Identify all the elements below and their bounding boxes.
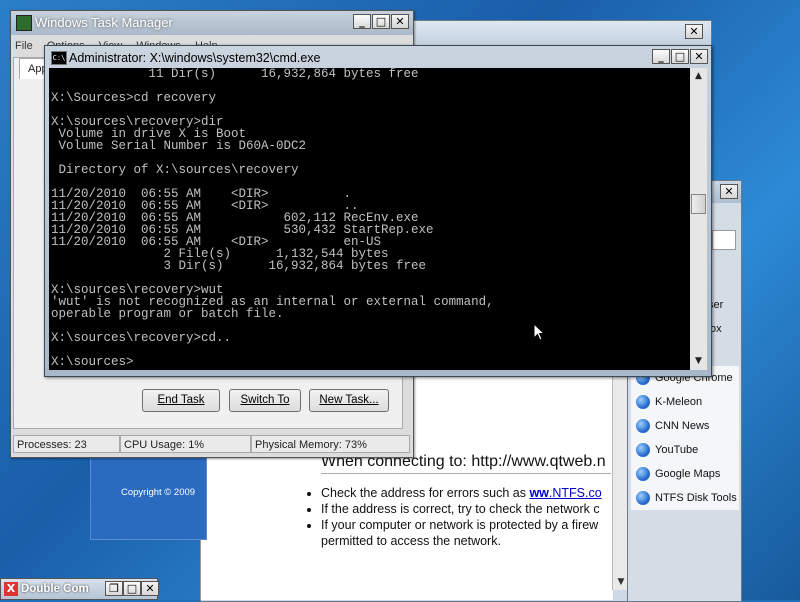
- double-commander-icon: X: [4, 582, 18, 596]
- mouse-pointer-icon: [533, 323, 545, 341]
- globe-icon: [636, 395, 650, 409]
- list-item: If the address is correct, try to check …: [321, 501, 627, 517]
- link-text: .NTFS.co: [548, 486, 602, 500]
- copyright-text: Copyright © 2009: [121, 487, 196, 498]
- bookmark-label: CNN News: [655, 420, 710, 432]
- console-text: 11 Dir(s) 16,932,864 bytes free X:\Sourc…: [51, 68, 494, 369]
- list-item: If your computer or network is protected…: [321, 517, 627, 533]
- maximize-button[interactable]: □: [123, 581, 141, 596]
- console-output[interactable]: 11 Dir(s) 16,932,864 bytes free X:\Sourc…: [49, 68, 690, 370]
- address-link[interactable]: ww.NTFS.co: [529, 486, 601, 500]
- link-bold: ww: [529, 486, 549, 500]
- minimize-button[interactable]: _: [353, 14, 371, 29]
- bookmark-k-meleon[interactable]: K-Meleon: [631, 390, 739, 414]
- bookmark-label: K-Meleon: [655, 396, 703, 408]
- status-bar: Processes: 23 CPU Usage: 1% Physical Mem…: [13, 435, 410, 453]
- divider: [321, 473, 611, 474]
- bookmark-label: Google Maps: [655, 468, 721, 480]
- address-box[interactable]: [712, 230, 736, 250]
- console-scrollbar[interactable]: ▲ ▼: [690, 68, 707, 370]
- maximize-button[interactable]: □: [372, 14, 390, 29]
- window-title[interactable]: Administrator: X:\windows\system32\cmd.e…: [69, 51, 320, 66]
- close-button[interactable]: ✕: [141, 581, 159, 596]
- bookmark-youtube[interactable]: YouTube: [631, 438, 739, 462]
- scroll-up-icon[interactable]: ▲: [690, 68, 707, 85]
- cpu-usage: CPU Usage: 1%: [120, 435, 251, 453]
- window-title: Windows Task Manager: [35, 15, 173, 30]
- end-task-label: End Task: [157, 394, 205, 406]
- bookmark-google-maps[interactable]: Google Maps: [631, 462, 739, 486]
- minimized-window-double-commander[interactable]: X Double Com ❐ □ ✕: [0, 578, 159, 600]
- scroll-thumb[interactable]: [691, 194, 706, 214]
- physical-memory: Physical Memory: 73%: [251, 435, 410, 453]
- list-item: Check the address for errors such as ww.…: [321, 485, 627, 501]
- globe-icon: [636, 467, 650, 481]
- bookmark-cnn-news[interactable]: CNN News: [631, 414, 739, 438]
- close-button[interactable]: ✕: [690, 49, 708, 64]
- browser-close-button[interactable]: ✕: [685, 24, 703, 39]
- minimize-button[interactable]: _: [652, 49, 670, 64]
- error-suggestions: Check the address for errors such as ww.…: [305, 485, 627, 549]
- cmd-window: C:\ Administrator: X:\windows\system32\c…: [44, 45, 712, 377]
- close-button[interactable]: ✕: [391, 14, 409, 29]
- switch-to-label: Switch To: [240, 394, 290, 406]
- task-item-label: Double Com: [21, 583, 89, 595]
- bookmark-ntfs-disk-tools[interactable]: NTFS Disk Tools: [631, 486, 739, 510]
- bullet-text: Check the address for errors such as: [321, 486, 530, 500]
- maximize-button[interactable]: □: [671, 49, 689, 64]
- menu-file[interactable]: File: [15, 37, 33, 55]
- task-manager-icon: [16, 15, 32, 31]
- globe-icon: [636, 491, 650, 505]
- about-window: Copyright © 2009: [90, 452, 207, 540]
- switch-to-button[interactable]: Switch To: [229, 389, 301, 412]
- list-item-continuation: permitted to access the network.: [321, 534, 501, 548]
- bookmark-list: Google Chrome K-Meleon CNN News YouTube …: [631, 366, 739, 510]
- bookmark-label: YouTube: [655, 444, 699, 456]
- globe-icon: [636, 443, 650, 457]
- new-task-label: New Task...: [319, 394, 379, 406]
- globe-icon: [636, 419, 650, 433]
- new-task-button[interactable]: New Task...: [309, 389, 389, 412]
- processes-count: Processes: 23: [13, 435, 120, 453]
- scroll-down-icon[interactable]: ▼: [690, 353, 707, 370]
- bookmark-label: NTFS Disk Tools: [655, 492, 737, 504]
- bookmarks-close-button[interactable]: ✕: [720, 184, 738, 199]
- restore-button[interactable]: ❐: [105, 581, 123, 596]
- end-task-button[interactable]: End Task: [142, 389, 220, 412]
- cmd-icon: C:\: [51, 51, 67, 65]
